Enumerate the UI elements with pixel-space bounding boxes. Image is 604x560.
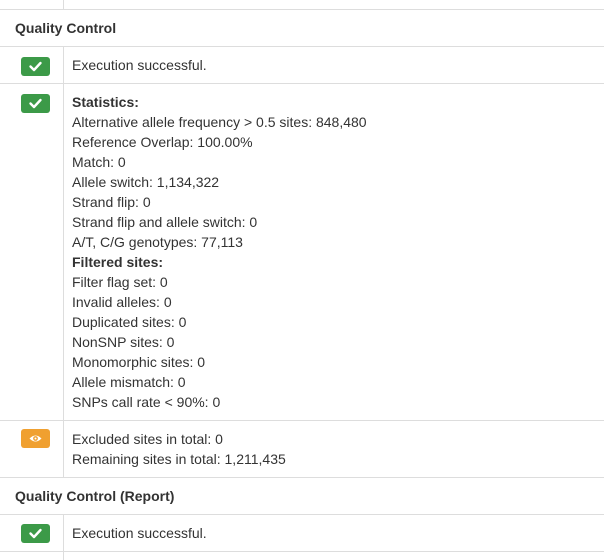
stat-line: Filter flag set: 0 [72,274,168,290]
check-icon [29,98,42,109]
result-row-site-totals: Excluded sites in total: 0 Remaining sit… [0,421,604,478]
remaining-sites-text: Remaining sites in total: 1,211,435 [72,451,286,467]
next-row-stub [0,552,604,560]
stat-line: Strand flip and allele switch: 0 [72,214,258,230]
stat-line: Match: 0 [72,154,126,170]
column-divider [63,0,64,9]
result-row-statistics: Statistics: Alternative allele frequency… [0,84,604,421]
stat-line: Monomorphic sites: 0 [72,354,206,370]
stat-line: SNPs call rate < 90%: 0 [72,394,221,410]
message-cell: Execution successful. [72,55,604,75]
section-header-quality-control: Quality Control [0,9,604,47]
status-cell [0,421,64,477]
statistics-heading: Statistics: [72,94,139,110]
success-badge [21,57,50,76]
message-cell: Execution successful. [72,523,604,543]
job-results-panel: Quality Control Execution successful. St… [0,0,604,560]
status-cell [0,84,64,420]
message-text: Execution successful. [72,57,207,73]
message-cell: Excluded sites in total: 0 Remaining sit… [72,429,604,469]
filtered-sites-heading: Filtered sites: [72,254,164,270]
check-icon [29,61,42,72]
warning-badge[interactable] [21,429,50,448]
stat-line: Invalid alleles: 0 [72,294,172,310]
status-cell [0,552,64,560]
result-row-execution: Execution successful. [0,47,604,84]
message-cell: Statistics: Alternative allele frequency… [72,92,604,412]
check-icon [29,528,42,539]
success-badge [21,524,50,543]
stat-line: Alternative allele frequency > 0.5 sites… [72,114,367,130]
message-text: Execution successful. [72,525,207,541]
stat-line: Strand flip: 0 [72,194,151,210]
status-cell [0,47,64,83]
stat-line: Duplicated sites: 0 [72,314,187,330]
section-header-quality-control-report: Quality Control (Report) [0,478,604,515]
stat-line: Allele mismatch: 0 [72,374,186,390]
result-row-report-execution: Execution successful. [0,515,604,552]
stat-line: A/T, C/G genotypes: 77,113 [72,234,243,250]
excluded-sites-text: Excluded sites in total: 0 [72,431,223,447]
stat-line: Reference Overlap: 100.00% [72,134,253,150]
success-badge [21,94,50,113]
stat-line: Allele switch: 1,134,322 [72,174,220,190]
eye-icon [29,435,42,442]
stat-line: NonSNP sites: 0 [72,334,175,350]
status-cell [0,515,64,551]
